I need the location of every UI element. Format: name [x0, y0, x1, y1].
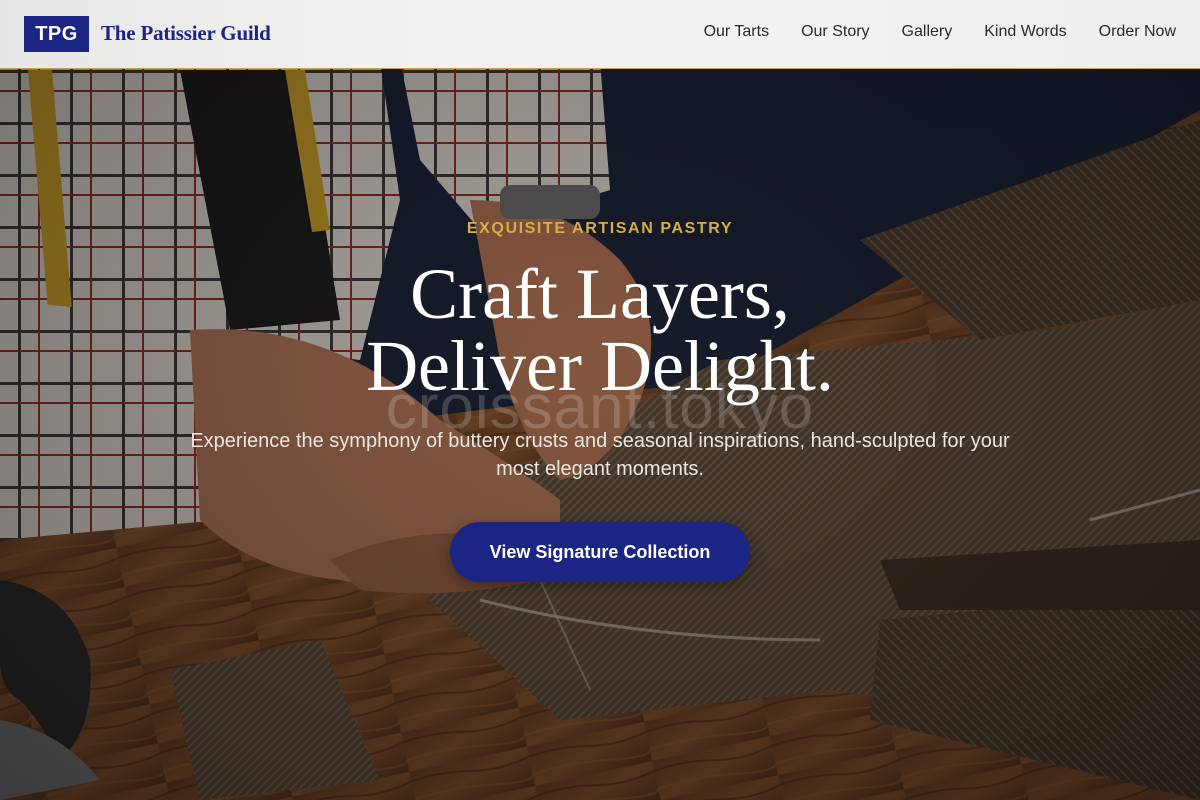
hero-headline-line-1: Craft Layers, [410, 254, 790, 334]
hero-headline-line-2: Deliver Delight. [366, 326, 834, 406]
view-signature-collection-button[interactable]: View Signature Collection [450, 522, 750, 582]
hero-subtext: Experience the symphony of buttery crust… [190, 430, 1010, 480]
hero-headline: Craft Layers, Deliver Delight. [0, 258, 1200, 402]
hero-section: EXQUISITE ARTISAN PASTRY croissant.tokyo… [0, 0, 1200, 800]
hero-eyebrow: EXQUISITE ARTISAN PASTRY [466, 220, 734, 237]
